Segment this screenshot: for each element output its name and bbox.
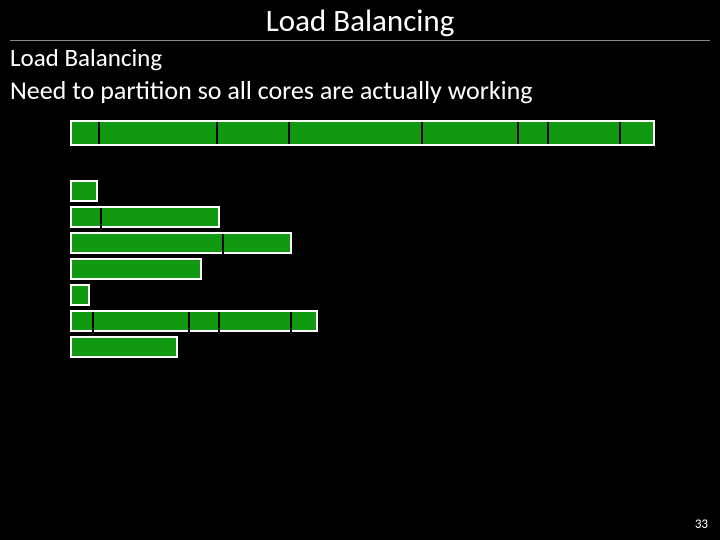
serial-workload-strip (70, 120, 655, 146)
core-row (70, 310, 655, 334)
task-divider (222, 234, 224, 256)
task-divider (100, 208, 102, 230)
task-divider (290, 312, 292, 334)
core-workload-bar (70, 232, 292, 254)
workload-segment (72, 122, 100, 144)
workload-segment (549, 122, 621, 144)
task-divider (218, 312, 220, 334)
slide: Load Balancing Load Balancing Need to pa… (0, 0, 720, 540)
workload-segment (100, 122, 218, 144)
workload-segment (519, 122, 549, 144)
core-workload-bar (70, 336, 178, 358)
task-divider (188, 312, 190, 334)
core-row (70, 206, 655, 230)
load-balancing-chart (70, 120, 655, 362)
workload-segment (621, 122, 653, 144)
core-workload-bar (70, 258, 202, 280)
core-row (70, 258, 655, 282)
core-workload-bar (70, 310, 318, 332)
workload-segment (218, 122, 290, 144)
parallel-workload-bars (70, 180, 655, 360)
core-workload-bar (70, 180, 98, 202)
slide-title: Load Balancing (0, 2, 720, 40)
page-number: 33 (695, 517, 708, 532)
title-rule (10, 40, 710, 41)
core-row (70, 336, 655, 360)
workload-segment (423, 122, 519, 144)
workload-segment (290, 122, 422, 144)
core-workload-bar (70, 206, 220, 228)
core-row (70, 232, 655, 256)
body-text: Need to partition so all cores are actua… (10, 74, 533, 106)
core-row (70, 180, 655, 204)
core-workload-bar (70, 284, 90, 306)
slide-subtitle: Load Balancing (10, 42, 162, 73)
task-divider (92, 312, 94, 334)
core-row (70, 284, 655, 308)
